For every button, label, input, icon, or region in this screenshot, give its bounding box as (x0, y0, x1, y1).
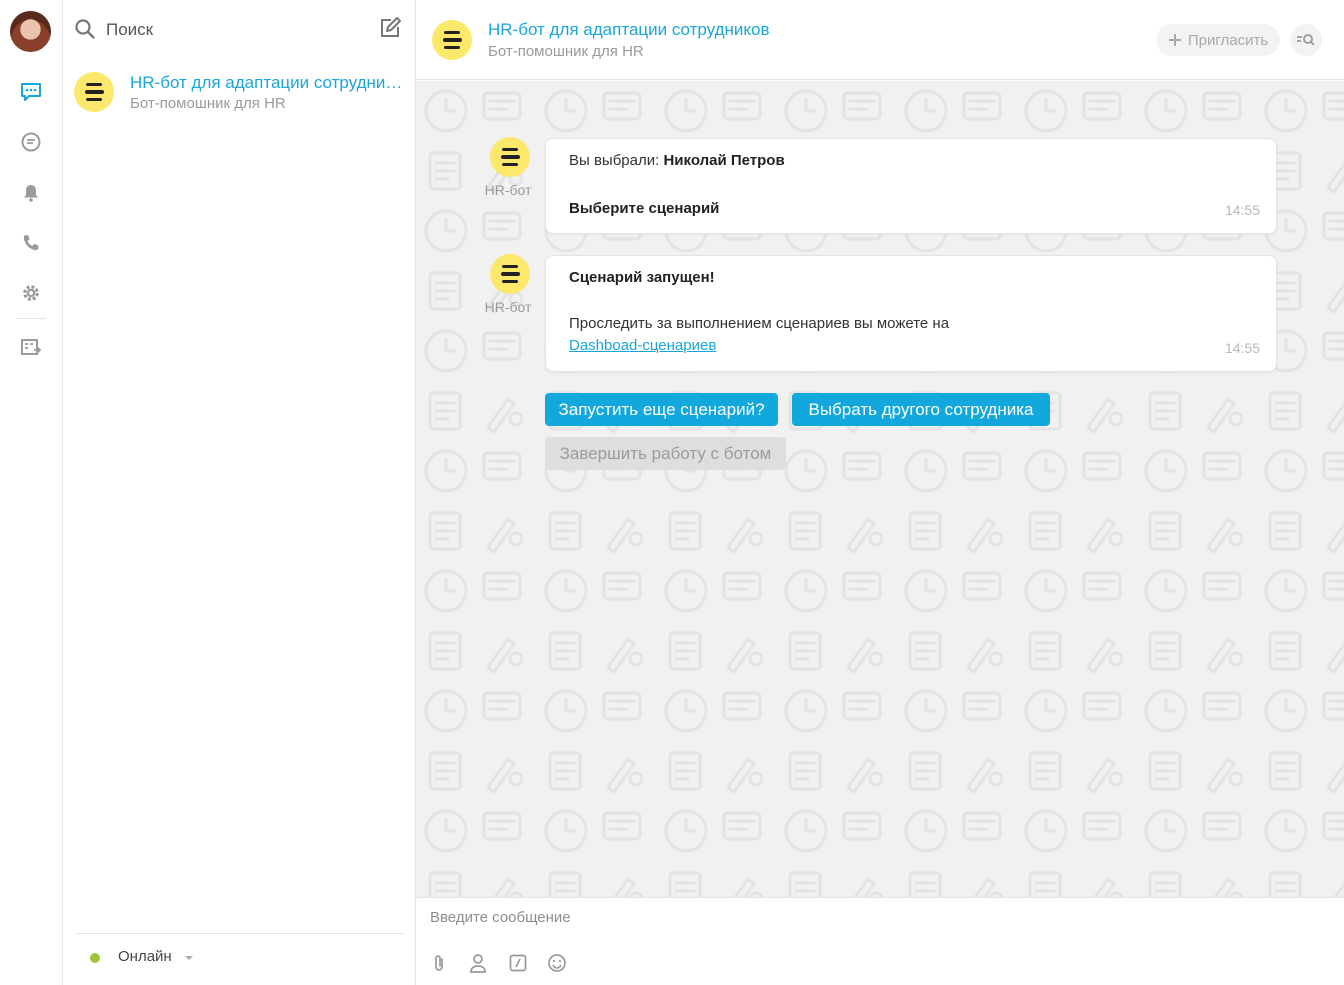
bell-icon[interactable] (18, 180, 44, 206)
message-feed: HR-бот Вы выбрали: Николай Петров Выбери… (416, 81, 1344, 897)
message-text: Проследить за выполнением сценариев вы м… (569, 315, 950, 332)
message-author: HR-бот (484, 299, 532, 315)
message-line: Dashboad-сценариев (569, 337, 716, 354)
status-indicator (90, 953, 100, 963)
contact-icon[interactable] (467, 952, 489, 974)
finish-bot-button[interactable]: Завершить работу с ботом (545, 437, 786, 470)
chat-item-subtitle: Бот-помошник для HR (130, 95, 286, 112)
chat-icon[interactable] (18, 79, 44, 105)
chat-title[interactable]: HR-бот для адаптации сотрудников (488, 20, 770, 40)
status-divider (77, 933, 404, 934)
chevron-down-icon[interactable] (185, 956, 193, 960)
selected-employee: Николай Петров (663, 152, 785, 169)
choose-other-employee-button[interactable]: Выбрать другого сотрудника (792, 393, 1050, 426)
rail-divider (16, 318, 46, 319)
run-another-scenario-button[interactable]: Запустить еще сценарий? (545, 393, 778, 426)
bot-avatar[interactable] (432, 20, 472, 60)
message-author-avatar[interactable]: HR-бот (478, 254, 538, 315)
search-input[interactable] (106, 17, 366, 43)
message-author-avatar[interactable]: HR-бот (478, 137, 538, 198)
message-line: Сценарий запущен! (569, 269, 715, 286)
bot-avatar (74, 72, 114, 112)
chat-subtitle: Бот-помошник для HR (488, 43, 644, 60)
bot-avatar (490, 137, 530, 177)
message-input[interactable] (430, 906, 1310, 928)
message-text: Вы выбрали: (569, 152, 664, 169)
search-list-icon (1297, 34, 1315, 46)
bot-avatar (490, 254, 530, 294)
marketplace-icon[interactable] (18, 335, 44, 361)
plus-icon (1168, 34, 1181, 46)
chat-window: HR-бот для адаптации сотрудников Бот-пом… (416, 0, 1344, 985)
message-bubble: Сценарий запущен! Проследить за выполнен… (545, 255, 1277, 372)
message-time: 14:55 (1224, 202, 1260, 218)
invite-label: Пригласить (1187, 31, 1269, 49)
user-avatar[interactable] (10, 11, 51, 52)
message-text-bold: Выберите сценарий (569, 200, 720, 217)
chat-list-item[interactable]: HR-бот для адаптации сотрудников Бот-пом… (63, 64, 415, 122)
chat-item-title: HR-бот для адаптации сотрудников (130, 73, 405, 92)
invite-button[interactable]: Пригласить (1156, 24, 1280, 56)
status-selector[interactable]: Онлайн (118, 948, 172, 965)
dashboard-link[interactable]: Dashboad-сценариев (569, 337, 716, 354)
message-text-bold: Сценарий запущен! (569, 269, 715, 286)
smile-icon[interactable] (546, 952, 568, 974)
command-icon[interactable] (507, 952, 529, 974)
chat-list-panel: HR-бот для адаптации сотрудников Бот-пом… (63, 0, 416, 985)
message-bubble: Вы выбрали: Николай Петров Выберите сцен… (545, 138, 1277, 234)
search-in-chat-button[interactable] (1290, 24, 1322, 56)
message-composer (416, 897, 1344, 985)
message-line: Вы выбрали: Николай Петров (569, 152, 785, 169)
message-time: 14:55 (1224, 340, 1260, 356)
compose-icon[interactable] (378, 16, 402, 45)
attach-icon[interactable] (428, 952, 450, 974)
messenger-icon[interactable] (18, 129, 44, 155)
gear-icon[interactable] (18, 280, 44, 306)
search-icon[interactable] (74, 18, 96, 45)
message-line: Выберите сценарий (569, 200, 719, 217)
phone-icon[interactable] (18, 230, 44, 256)
message-author: HR-бот (484, 182, 532, 198)
chat-header: HR-бот для адаптации сотрудников Бот-пом… (416, 0, 1344, 80)
nav-rail (0, 0, 63, 985)
